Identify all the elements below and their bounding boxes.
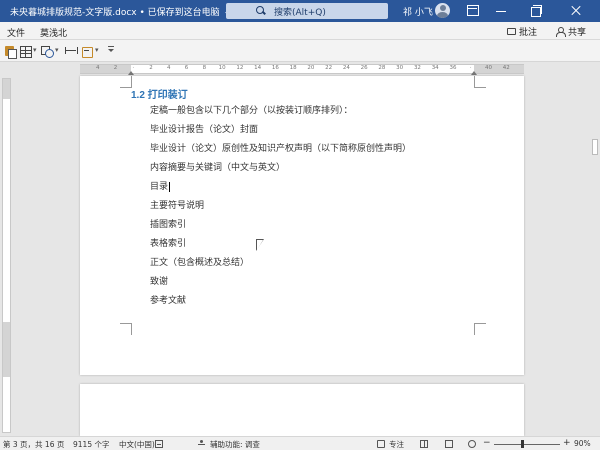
focus-icon[interactable] (377, 440, 385, 448)
ruler-tick-label: 40 (484, 65, 492, 71)
vertical-ruler-top-margin (3, 79, 10, 99)
paragraph[interactable]: 毕业设计（论文）原创性及知识产权声明（以下简称原创性声明） (150, 141, 411, 154)
ruler-tick-label: 18 (289, 65, 297, 71)
table-icon[interactable] (20, 45, 32, 58)
zoom-level[interactable]: 90% (574, 439, 591, 448)
menu-bar: 文件 莫浅北 批注 共享 (0, 22, 600, 40)
menu-file[interactable]: 文件 (7, 26, 25, 39)
paragraph[interactable]: 致谢 (150, 274, 168, 287)
format-dropdown-icon[interactable]: ▾ (95, 46, 99, 54)
paragraph[interactable]: 定稿一般包含以下几个部分（以按装订顺序排列）： (150, 103, 353, 116)
quick-toolbar: ▾ ▾ ▾ (0, 40, 600, 62)
ruler-tick-label: 14 (254, 65, 262, 71)
shapes-dropdown-icon[interactable]: ▾ (55, 46, 59, 54)
close-icon[interactable] (568, 3, 584, 18)
paragraph-with-cursor[interactable]: 目录 (150, 179, 171, 192)
paragraph[interactable]: 内容摘要与关键词（中文与英文） (150, 160, 285, 173)
ruler-tick-label: 4 (167, 65, 171, 71)
focus-mode[interactable]: 专注 (389, 439, 404, 450)
language[interactable]: 中文(中国) (119, 439, 155, 450)
zoom-out-button[interactable]: − (483, 438, 491, 448)
document-title[interactable]: 未央暮城排版规范-文字版.docx • 已保存到这台电脑 (10, 5, 220, 18)
scrollbar-thumb[interactable] (592, 139, 598, 155)
accessibility-icon[interactable] (198, 440, 206, 448)
zoom-slider-thumb[interactable] (521, 440, 524, 448)
paragraph[interactable]: 毕业设计报告（论文）封面 (150, 122, 258, 135)
ruler-tick-label: 32 (413, 65, 421, 71)
ruler-tick-label: 22 (325, 65, 333, 71)
text-cursor (169, 181, 171, 192)
paragraph[interactable]: 主要符号说明 (150, 198, 204, 211)
crop-mark (120, 323, 132, 335)
paragraph[interactable]: 参考文献 (150, 293, 186, 306)
ruler-tick-label: 8 (202, 65, 207, 71)
vertical-ruler[interactable] (2, 78, 11, 433)
ruler-tick-label: 20 (307, 65, 315, 71)
vertical-ruler-bottom-margin (3, 322, 10, 377)
proofing-icon[interactable] (155, 440, 163, 448)
paragraph[interactable]: 表格索引 (150, 236, 186, 249)
restore-icon[interactable] (528, 3, 544, 18)
crop-mark (474, 76, 486, 88)
shapes-icon[interactable] (41, 45, 54, 58)
ruler-tick-label: 2 (149, 65, 153, 71)
crop-mark (474, 323, 486, 335)
share-button[interactable]: 共享 (556, 24, 586, 38)
search-icon (256, 6, 266, 16)
paragraph[interactable]: 正文（包含概述及总结） (150, 255, 249, 268)
table-dropdown-icon[interactable]: ▾ (33, 46, 37, 54)
document-page-next[interactable] (80, 384, 524, 436)
paste-icon[interactable] (4, 45, 17, 59)
status-bar: 第 3 页，共 16 页 9115 个字 中文(中国) 辅助功能: 调查 专注 … (0, 436, 600, 450)
horizontal-ruler[interactable]: 4 2 · 2 4 6 8 10 12 14 16 18 20 22 24 26 28 30 32 34 36 · 40 42 (0, 62, 600, 76)
ruler-tick-label: 4 (96, 65, 100, 71)
ruler-ticks: 4 2 · 2 4 6 8 10 12 14 16 18 20 22 24 26 28 30 32 34 36 · 40 42 (80, 65, 524, 73)
web-layout-icon[interactable] (468, 440, 476, 448)
comments-label: 批注 (519, 27, 538, 38)
menu-custom-tab[interactable]: 莫浅北 (40, 26, 67, 39)
ruler-tick-label: 6 (184, 65, 189, 71)
avatar[interactable] (435, 3, 450, 18)
format-icon[interactable] (82, 45, 94, 58)
ribbon-display-options-icon[interactable] (464, 3, 480, 18)
paragraph-text: 目录 (150, 182, 169, 192)
accessibility-status[interactable]: 辅助功能: 调查 (210, 439, 260, 450)
ruler-tick-label: 28 (378, 65, 386, 71)
paragraph[interactable]: 插图索引 (150, 217, 186, 230)
document-page[interactable]: 1.2 打印装订 定稿一般包含以下几个部分（以按装订顺序排列）： 毕业设计报告（… (80, 76, 524, 375)
print-layout-icon[interactable] (445, 440, 453, 448)
share-icon (556, 26, 566, 37)
read-mode-icon[interactable] (420, 440, 428, 448)
ruler-tick-label: 12 (236, 65, 244, 71)
search-input[interactable]: 搜索(Alt+Q) (274, 5, 326, 18)
search-box[interactable]: 搜索(Alt+Q) (226, 3, 388, 19)
ruler-tick-label: 10 (218, 65, 226, 71)
customize-toolbar-icon[interactable] (107, 46, 115, 54)
left-indent-marker[interactable] (128, 71, 134, 75)
vertical-scrollbar[interactable] (590, 76, 600, 434)
ruler-tick-label: 36 (449, 65, 457, 71)
right-indent-marker[interactable] (471, 71, 477, 75)
page-count[interactable]: 第 3 页，共 16 页 (3, 439, 64, 450)
zoom-in-button[interactable]: + (563, 438, 571, 448)
ruler-icon[interactable] (65, 45, 78, 57)
comment-icon (507, 27, 516, 35)
ruler-tick-label: 42 (502, 65, 510, 71)
ruler-tick-label: 30 (396, 65, 404, 71)
ruler-tick-label: 34 (431, 65, 439, 71)
ruler-tick-label: 2 (113, 65, 118, 71)
word-count[interactable]: 9115 个字 (73, 439, 109, 450)
ruler-tick-label: 26 (360, 65, 368, 71)
user-name[interactable]: 祁 小飞 (403, 5, 433, 18)
share-label: 共享 (568, 27, 587, 38)
minimize-icon[interactable] (493, 3, 509, 18)
ruler-tick-label: 24 (342, 65, 350, 71)
section-heading[interactable]: 1.2 打印装订 (131, 86, 188, 101)
ruler-tick-label: 16 (271, 65, 279, 71)
zoom-slider[interactable] (494, 444, 560, 445)
comments-button[interactable]: 批注 (507, 24, 537, 38)
